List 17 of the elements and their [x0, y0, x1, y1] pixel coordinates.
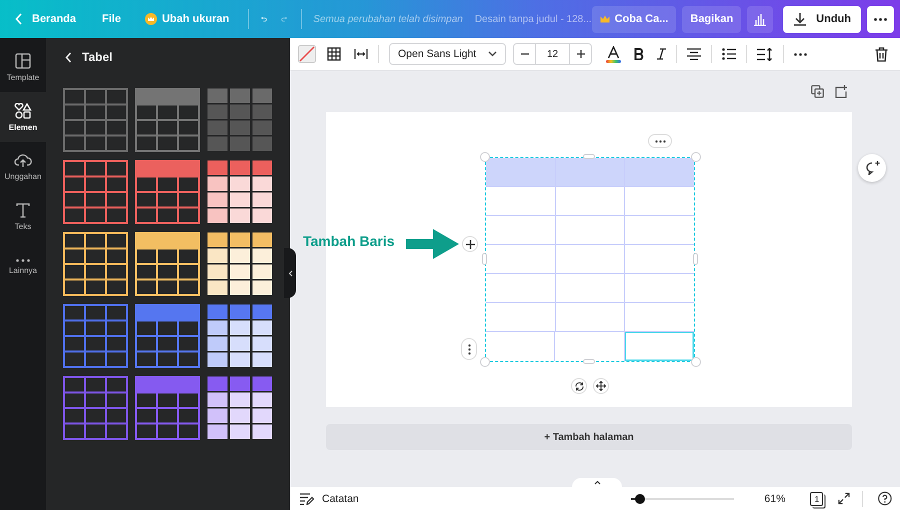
page-count-button[interactable]: 1 [810, 492, 824, 506]
rail-tab[interactable]: Template [0, 42, 46, 92]
font-dropdown[interactable]: Open Sans Light [389, 43, 506, 65]
rail-tab[interactable]: Lainnya [0, 242, 46, 292]
notes-button[interactable]: Catatan [300, 492, 359, 504]
font-size-field[interactable]: 12 [535, 44, 570, 64]
rail-tab[interactable]: Elemen [0, 92, 46, 142]
save-status: Semua perubahan telah disimpan [313, 14, 463, 24]
add-page-button[interactable]: + Tambah halaman [326, 424, 852, 450]
share-button[interactable]: Bagikan [682, 6, 742, 32]
trial-button[interactable]: Coba Ca... [592, 6, 676, 32]
rail-tab[interactable]: Unggahan [0, 142, 46, 192]
annotation-label: Tambah Baris [303, 233, 395, 249]
rail-tab[interactable]: Teks [0, 192, 46, 242]
panel-title: Tabel [82, 50, 112, 64]
zoom-percentage[interactable]: 61% [764, 492, 786, 504]
download-button[interactable]: Unduh [783, 6, 861, 32]
